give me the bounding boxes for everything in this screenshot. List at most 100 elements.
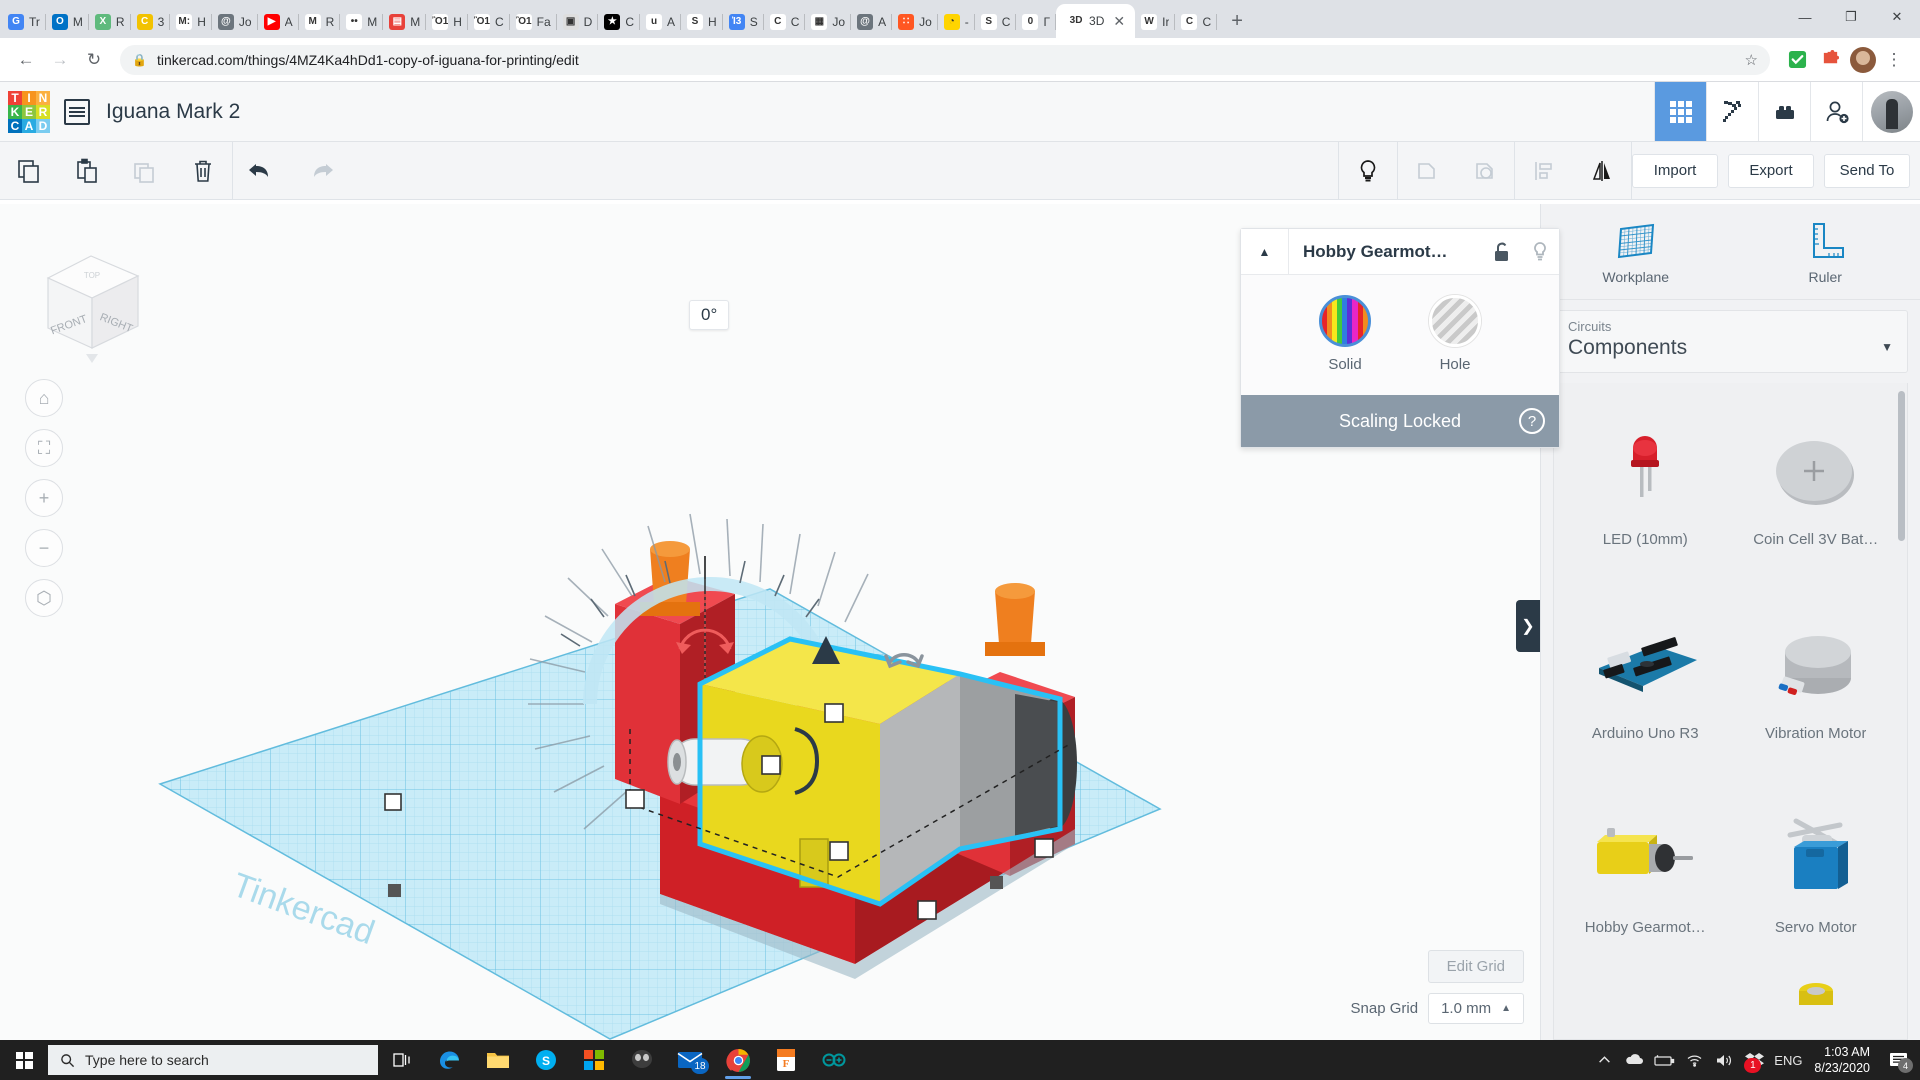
sidebar-item-ruler[interactable]: Ruler	[1731, 204, 1920, 299]
browser-tab[interactable]: ▦Jo	[805, 6, 851, 38]
light-bulb-icon[interactable]	[1339, 142, 1397, 199]
task-view-icon[interactable]	[378, 1040, 426, 1080]
back-button[interactable]: ←	[10, 44, 42, 76]
user-avatar[interactable]	[1862, 82, 1920, 141]
component-item[interactable]: Servo Motor	[1731, 785, 1902, 975]
action-center-icon[interactable]: 4	[1882, 1040, 1914, 1080]
browser-tab[interactable]: GTr	[2, 6, 46, 38]
browser-tab[interactable]: uA	[640, 6, 681, 38]
checkmark-extension-icon[interactable]	[1783, 46, 1811, 74]
skype-icon[interactable]: S	[522, 1040, 570, 1080]
browser-tab[interactable]: ◔-	[938, 6, 975, 38]
file-explorer-icon[interactable]	[474, 1040, 522, 1080]
browser-tab[interactable]: OM	[46, 6, 89, 38]
sidebar-item-workplane[interactable]: Workplane	[1541, 204, 1731, 299]
light-bulb-icon[interactable]	[1521, 241, 1559, 263]
fit-to-screen-icon[interactable]: ⛶	[25, 429, 63, 467]
browser-tab[interactable]: Ὂ1C	[468, 6, 510, 38]
component-item[interactable]: Hobby Gearmot…	[1560, 785, 1731, 975]
browser-tab[interactable]: MR	[299, 6, 341, 38]
help-icon[interactable]: ?	[1519, 408, 1545, 434]
address-bar[interactable]: 🔒 tinkercad.com/things/4MZ4Ka4hDd1-copy-…	[120, 45, 1770, 75]
send-to-button[interactable]: Send To	[1824, 154, 1910, 188]
home-view-icon[interactable]: ⌂	[25, 379, 63, 417]
component-item[interactable]: LED (10mm)	[1560, 397, 1731, 587]
language-indicator[interactable]: ENG	[1770, 1040, 1806, 1080]
browser-tab[interactable]: 0Γ	[1016, 6, 1056, 38]
edit-grid-button[interactable]: Edit Grid	[1428, 950, 1524, 983]
reload-button[interactable]: ↻	[78, 44, 110, 76]
window-controls[interactable]: — ❐ ✕	[1782, 0, 1920, 34]
browser-tab[interactable]: CC	[764, 6, 806, 38]
chrome-icon[interactable]	[714, 1040, 762, 1080]
invite-person-icon[interactable]	[1810, 82, 1862, 141]
browser-tab[interactable]: ▤M	[383, 6, 426, 38]
mirror-icon[interactable]	[1573, 142, 1631, 199]
unlock-icon[interactable]	[1483, 241, 1521, 263]
browser-tab[interactable]: M:H	[170, 6, 212, 38]
hole-option[interactable]: Hole	[1429, 295, 1481, 373]
copy-icon[interactable]	[0, 142, 58, 199]
import-button[interactable]: Import	[1632, 154, 1718, 188]
snap-grid-select[interactable]: 1.0 mm ▲	[1428, 993, 1524, 1024]
collapse-caret-icon[interactable]: ▲	[1241, 229, 1289, 274]
panel-collapse-handle[interactable]: ❯	[1516, 600, 1540, 652]
browser-tab[interactable]: SH	[681, 6, 723, 38]
browser-tab[interactable]: SC	[975, 6, 1017, 38]
lego-brick-icon[interactable]	[1758, 82, 1810, 141]
browser-tab[interactable]: @A	[851, 6, 892, 38]
component-item[interactable]: Vibration Motor	[1731, 591, 1902, 781]
browser-tab[interactable]: @Jo	[212, 6, 258, 38]
forward-button[interactable]: →	[44, 44, 76, 76]
component-list[interactable]: LED (10mm) Coin Cell 3V Bat… Arduino Uno…	[1553, 383, 1908, 1040]
minecraft-pickaxe-icon[interactable]	[1706, 82, 1758, 141]
browser-tab[interactable]: CC	[1175, 6, 1217, 38]
list-menu-icon[interactable]	[64, 99, 90, 125]
dropbox-icon[interactable]: 1	[1740, 1040, 1768, 1080]
tinkercad-logo[interactable]: TINKERCAD	[8, 91, 50, 133]
zoom-in-icon[interactable]: +	[25, 479, 63, 517]
browser-tab-active[interactable]: 3D3D✕	[1056, 4, 1135, 38]
minimize-button[interactable]: —	[1782, 0, 1828, 34]
page-title[interactable]: Iguana Mark 2	[106, 100, 240, 124]
solid-option[interactable]: Solid	[1319, 295, 1371, 373]
kebab-menu-icon[interactable]: ⋮	[1878, 44, 1910, 76]
browser-tab[interactable]: WIr	[1135, 6, 1175, 38]
solid-color-swatch[interactable]	[1319, 295, 1371, 347]
alienware-icon[interactable]	[618, 1040, 666, 1080]
browser-profile-avatar[interactable]	[1850, 47, 1876, 73]
undo-icon[interactable]	[233, 142, 291, 199]
clock[interactable]: 1:03 AM 8/23/2020	[1808, 1044, 1880, 1076]
maximize-button[interactable]: ❐	[1828, 0, 1874, 34]
ungroup-icon[interactable]	[1456, 142, 1514, 199]
volume-icon[interactable]	[1710, 1040, 1738, 1080]
wifi-icon[interactable]	[1680, 1040, 1708, 1080]
microsoft-store-icon[interactable]	[570, 1040, 618, 1080]
hole-swatch[interactable]	[1429, 295, 1481, 347]
browser-tab[interactable]: ▶A	[258, 6, 299, 38]
browser-tab[interactable]: XR	[89, 6, 131, 38]
foxit-reader-icon[interactable]: F	[762, 1040, 810, 1080]
puzzle-extension-icon[interactable]	[1816, 46, 1844, 74]
align-icon[interactable]	[1515, 142, 1573, 199]
arduino-ide-icon[interactable]	[810, 1040, 858, 1080]
browser-tab[interactable]: Ἱ3S	[723, 6, 764, 38]
export-button[interactable]: Export	[1728, 154, 1814, 188]
browser-tab-strip[interactable]: GTrOMXRC3M:H@Jo▶AMR••M▤MὊ1HὊ1CὊ1Fa▣D★CuA…	[0, 0, 1920, 38]
duplicate-icon[interactable]	[116, 142, 174, 199]
component-list-scrollbar[interactable]	[1898, 391, 1905, 541]
component-item-partial[interactable]	[1731, 979, 1902, 1019]
redo-icon[interactable]	[291, 142, 349, 199]
browser-tab[interactable]: C3	[131, 6, 171, 38]
component-item[interactable]: Arduino Uno R3	[1560, 591, 1731, 781]
category-selector[interactable]: Circuits Components ▼	[1553, 310, 1908, 373]
bookmark-star-icon[interactable]: ☆	[1745, 51, 1758, 69]
search-input[interactable]: Type here to search	[48, 1045, 378, 1075]
chevron-down-icon[interactable]: ▼	[1881, 340, 1893, 354]
browser-tab[interactable]: ∷Jo	[892, 6, 938, 38]
browser-tab[interactable]: Ὂ1H	[426, 6, 468, 38]
onedrive-icon[interactable]	[1620, 1040, 1648, 1080]
close-tab-icon[interactable]: ✕	[1113, 14, 1125, 28]
new-tab-button[interactable]: +	[1223, 7, 1251, 35]
close-window-button[interactable]: ✕	[1874, 0, 1920, 34]
